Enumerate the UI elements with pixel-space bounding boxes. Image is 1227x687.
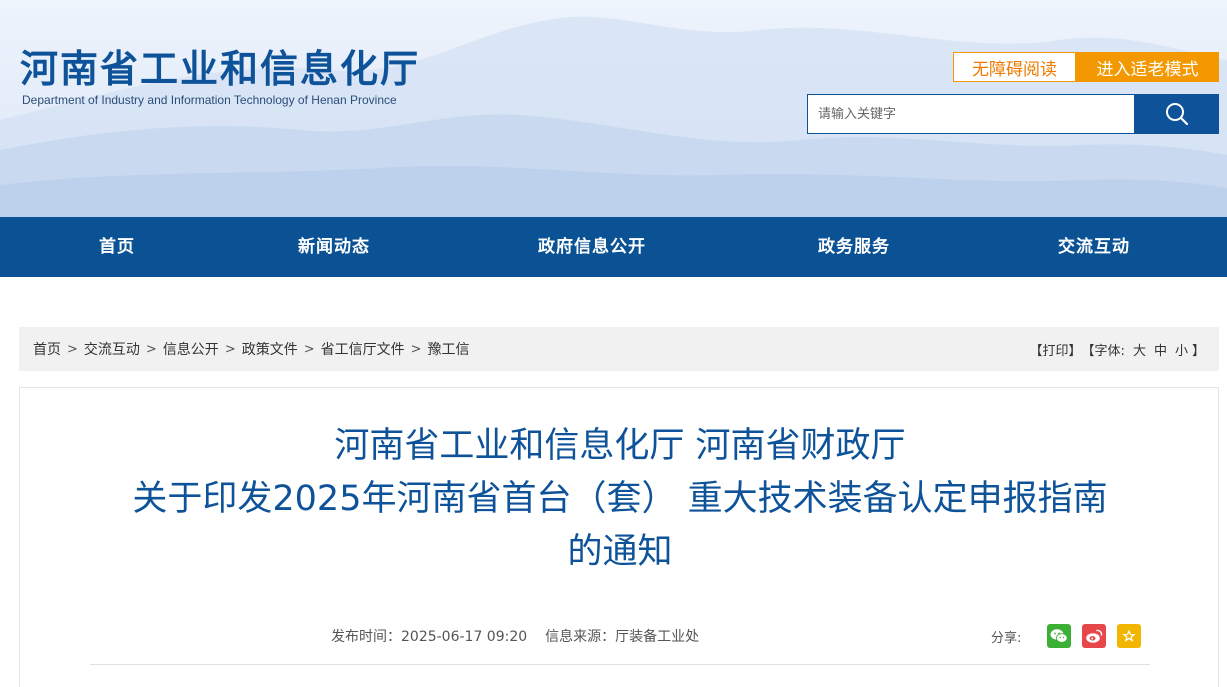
favorite-icon[interactable] [1117,624,1142,648]
breadcrumb: 首页 > 交流互动 > 信息公开 > 政策文件 > 省工信厅文件 > 豫工信 [33,339,470,359]
breadcrumb-separator: > [410,341,422,357]
elder-mode-button[interactable]: 进入适老模式 [1076,52,1219,82]
top-buttons: 无障碍阅读 进入适老模式 [953,52,1219,82]
page-tools: 【打印】 【字体: 大 中 小 】 [1030,340,1205,359]
breadcrumb-separator: > [224,341,236,357]
font-small-button[interactable]: 小 [1175,340,1188,359]
site-header: 河南省工业和信息化厅 Department of Industry and In… [0,0,1227,217]
info-source: 信息来源：厅装备工业处 [545,629,700,645]
accessibility-button[interactable]: 无障碍阅读 [953,52,1076,82]
font-medium-button[interactable]: 中 [1154,340,1167,359]
article-title: 河南省工业和信息化厅 河南省财政厅 关于印发2025年河南省首台（套） 重大技术… [20,420,1220,579]
wechat-icon[interactable] [1047,624,1072,648]
breadcrumb-policy-docs[interactable]: 政策文件 [242,339,298,359]
nav-item-news[interactable]: 新闻动态 [298,217,370,277]
breadcrumb-info-open[interactable]: 信息公开 [163,339,219,359]
breadcrumb-bar: 首页 > 交流互动 > 信息公开 > 政策文件 > 省工信厅文件 > 豫工信 【… [19,327,1219,371]
breadcrumb-separator: > [67,341,78,357]
article-title-line: 河南省工业和信息化厅 河南省财政厅 [334,426,906,466]
weibo-icon[interactable] [1082,624,1107,648]
nav-item-services[interactable]: 政务服务 [818,217,890,277]
search-bar [807,94,1219,134]
search-icon [1166,103,1189,126]
search-input[interactable] [807,94,1135,134]
site-title[interactable]: 河南省工业和信息化厅 [20,48,420,90]
nav-item-gov-info[interactable]: 政府信息公开 [538,217,646,277]
article-title-line: 关于印发2025年河南省首台（套） 重大技术装备认定申报指南 [132,479,1108,519]
nav-item-home[interactable]: 首页 [99,217,135,277]
breadcrumb-dept-docs[interactable]: 省工信厅文件 [321,339,405,359]
font-size-suffix: 】 [1191,343,1205,359]
font-size-prefix: 【字体: [1081,343,1125,359]
breadcrumb-interaction[interactable]: 交流互动 [84,339,140,359]
breadcrumb-separator: > [303,341,315,357]
share-bar: 分享: [991,624,1152,648]
main-nav: 首页 新闻动态 政府信息公开 政务服务 交流互动 [0,217,1227,277]
search-button[interactable] [1135,94,1219,134]
publish-time: 发布时间：2025-06-17 09:20 [331,629,528,645]
print-button[interactable]: 【打印】 [1030,340,1082,359]
meta-divider [90,664,1150,665]
breadcrumb-home[interactable]: 首页 [33,339,61,359]
nav-item-interaction[interactable]: 交流互动 [1058,217,1130,277]
font-large-button[interactable]: 大 [1133,340,1146,359]
breadcrumb-separator: > [145,341,157,357]
breadcrumb-yu-gong-xin[interactable]: 豫工信 [428,339,470,359]
site-subtitle: Department of Industry and Information T… [22,93,397,107]
article-title-line: 的通知 [567,532,673,572]
share-label: 分享: [991,630,1022,646]
article-panel: 河南省工业和信息化厅 河南省财政厅 关于印发2025年河南省首台（套） 重大技术… [19,387,1219,687]
article-meta: 发布时间：2025-06-17 09:20 信息来源：厅装备工业处 [331,626,699,646]
